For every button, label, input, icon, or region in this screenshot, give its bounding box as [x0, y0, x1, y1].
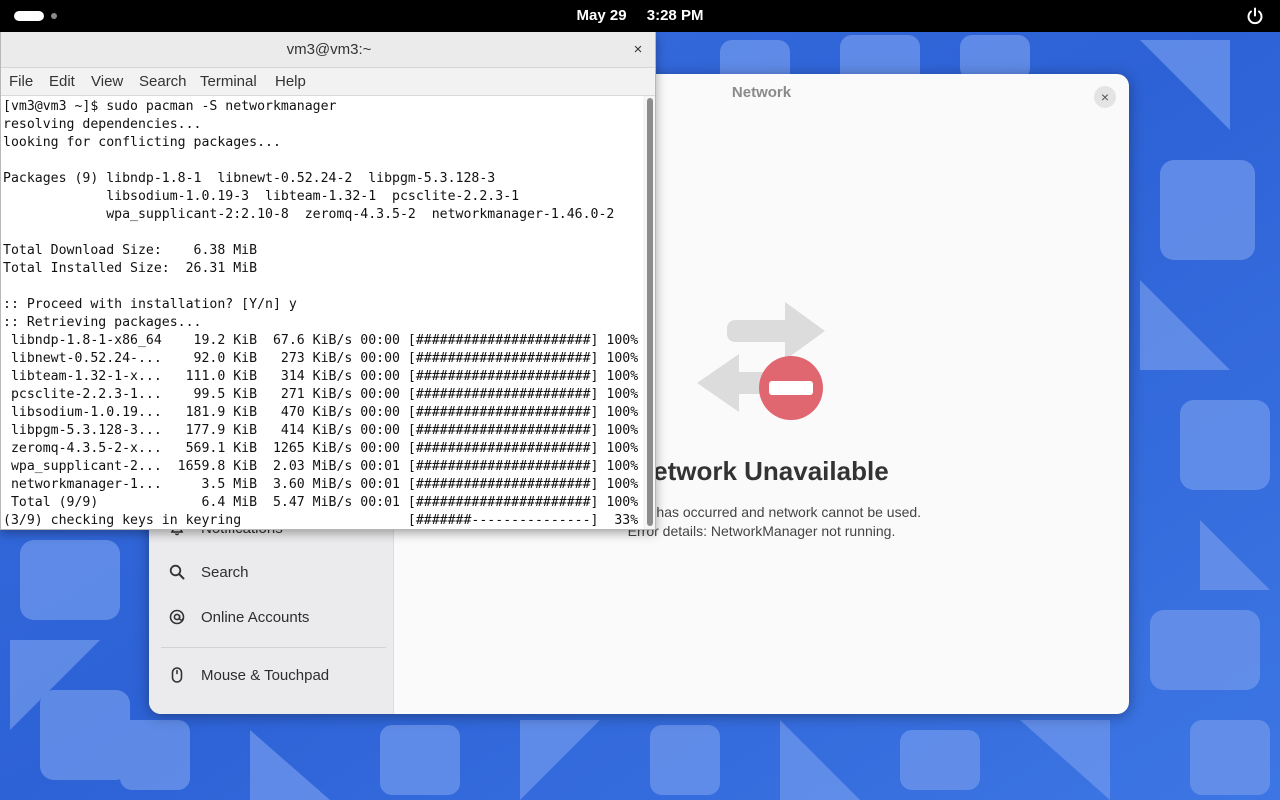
terminal-output[interactable]: [vm3@vm3 ~]$ sudo pacman -S networkmanag…	[1, 96, 643, 529]
terminal-line: Total Download Size: 6.38 MiB	[3, 243, 258, 258]
terminal-line: wpa_supplicant-2... 1659.8 KiB 2.03 MiB/…	[3, 459, 639, 474]
workspace-dot	[51, 13, 57, 19]
terminal-titlebar[interactable]: vm3@vm3:~ ×	[1, 32, 655, 68]
terminal-line: pcsclite-2.2.3-1... 99.5 KiB 271 KiB/s 0…	[3, 387, 639, 402]
terminal-line: Total Installed Size: 26.31 MiB	[3, 261, 258, 276]
menu-file[interactable]: File	[9, 68, 33, 96]
settings-close-button[interactable]: ×	[1094, 86, 1116, 108]
menu-edit[interactable]: Edit	[49, 68, 75, 96]
terminal-line: looking for conflicting packages...	[3, 135, 281, 150]
terminal-line: libteam-1.32-1-x... 111.0 KiB 314 KiB/s …	[3, 369, 639, 384]
terminal-line: libsodium-1.0.19... 181.9 KiB 470 KiB/s …	[3, 405, 639, 420]
terminal-line: libndp-1.8-1-x86_64 19.2 KiB 67.6 KiB/s …	[3, 333, 639, 348]
terminal-scroll-thumb[interactable]	[647, 98, 653, 526]
terminal-close-button[interactable]: ×	[628, 40, 648, 60]
terminal-line: [vm3@vm3 ~]$ sudo pacman -S networkmanag…	[3, 99, 337, 114]
terminal-title: vm3@vm3:~	[286, 41, 372, 58]
terminal-line: libpgm-5.3.128-3... 177.9 KiB 414 KiB/s …	[3, 423, 639, 438]
sidebar-item-search[interactable]: Search	[157, 552, 386, 592]
terminal-line: Total (9/9) 6.4 MiB 5.47 MiB/s 00:01 [##…	[3, 495, 639, 510]
sidebar-item-label: Search	[201, 563, 249, 581]
sidebar-item-online-accounts[interactable]: Online Accounts	[157, 597, 386, 637]
sidebar-item-label: Online Accounts	[201, 608, 310, 626]
terminal-line: :: Proceed with installation? [Y/n] y	[3, 297, 297, 312]
terminal-menubar: File Edit View Search Terminal Help	[1, 68, 655, 96]
at-icon	[169, 609, 185, 625]
clock-button[interactable]: May 29 3:28 PM	[540, 0, 740, 32]
terminal-line: resolving dependencies...	[3, 117, 202, 132]
sidebar-item-label: Mouse & Touchpad	[201, 666, 330, 684]
terminal-line: zeromq-4.3.5-2-x... 569.1 KiB 1265 KiB/s…	[3, 441, 639, 456]
terminal-scrollbar[interactable]	[643, 96, 655, 529]
search-icon	[169, 564, 185, 580]
workspace-active-pill	[14, 11, 44, 21]
network-unavailable-icon	[697, 302, 825, 420]
clock-time: 3:28 PM	[646, 7, 704, 24]
sidebar-divider	[161, 647, 386, 648]
terminal-line: :: Retrieving packages...	[3, 315, 202, 330]
mouse-icon	[171, 667, 183, 683]
terminal-line: wpa_supplicant-2:2.10-8 zeromq-4.3.5-2 n…	[3, 207, 615, 222]
terminal-line: networkmanager-1... 3.5 MiB 3.60 MiB/s 0…	[3, 477, 639, 492]
menu-view[interactable]: View	[91, 68, 123, 96]
activities-indicator[interactable]	[14, 11, 58, 21]
power-icon[interactable]	[1246, 7, 1264, 25]
menu-help[interactable]: Help	[275, 68, 306, 96]
terminal-line: libsodium-1.0.19-3 libteam-1.32-1 pcscli…	[3, 189, 520, 204]
terminal-lines: [vm3@vm3 ~]$ sudo pacman -S networkmanag…	[3, 98, 639, 529]
terminal-line: Packages (9) libndp-1.8-1 libnewt-0.52.2…	[3, 171, 496, 186]
top-bar: May 29 3:28 PM	[0, 0, 1280, 32]
terminal-line: (3/9) checking keys in keyring [#######-…	[3, 513, 639, 528]
sidebar-item-mouse-touchpad[interactable]: Mouse & Touchpad	[157, 655, 386, 695]
menu-terminal[interactable]: Terminal	[200, 68, 257, 96]
terminal-line: libnewt-0.52.24-... 92.0 KiB 273 KiB/s 0…	[3, 351, 639, 366]
clock-date: May 29	[576, 7, 627, 24]
menu-search[interactable]: Search	[139, 68, 187, 96]
terminal-window: vm3@vm3:~ × File Edit View Search Termin…	[0, 32, 656, 530]
